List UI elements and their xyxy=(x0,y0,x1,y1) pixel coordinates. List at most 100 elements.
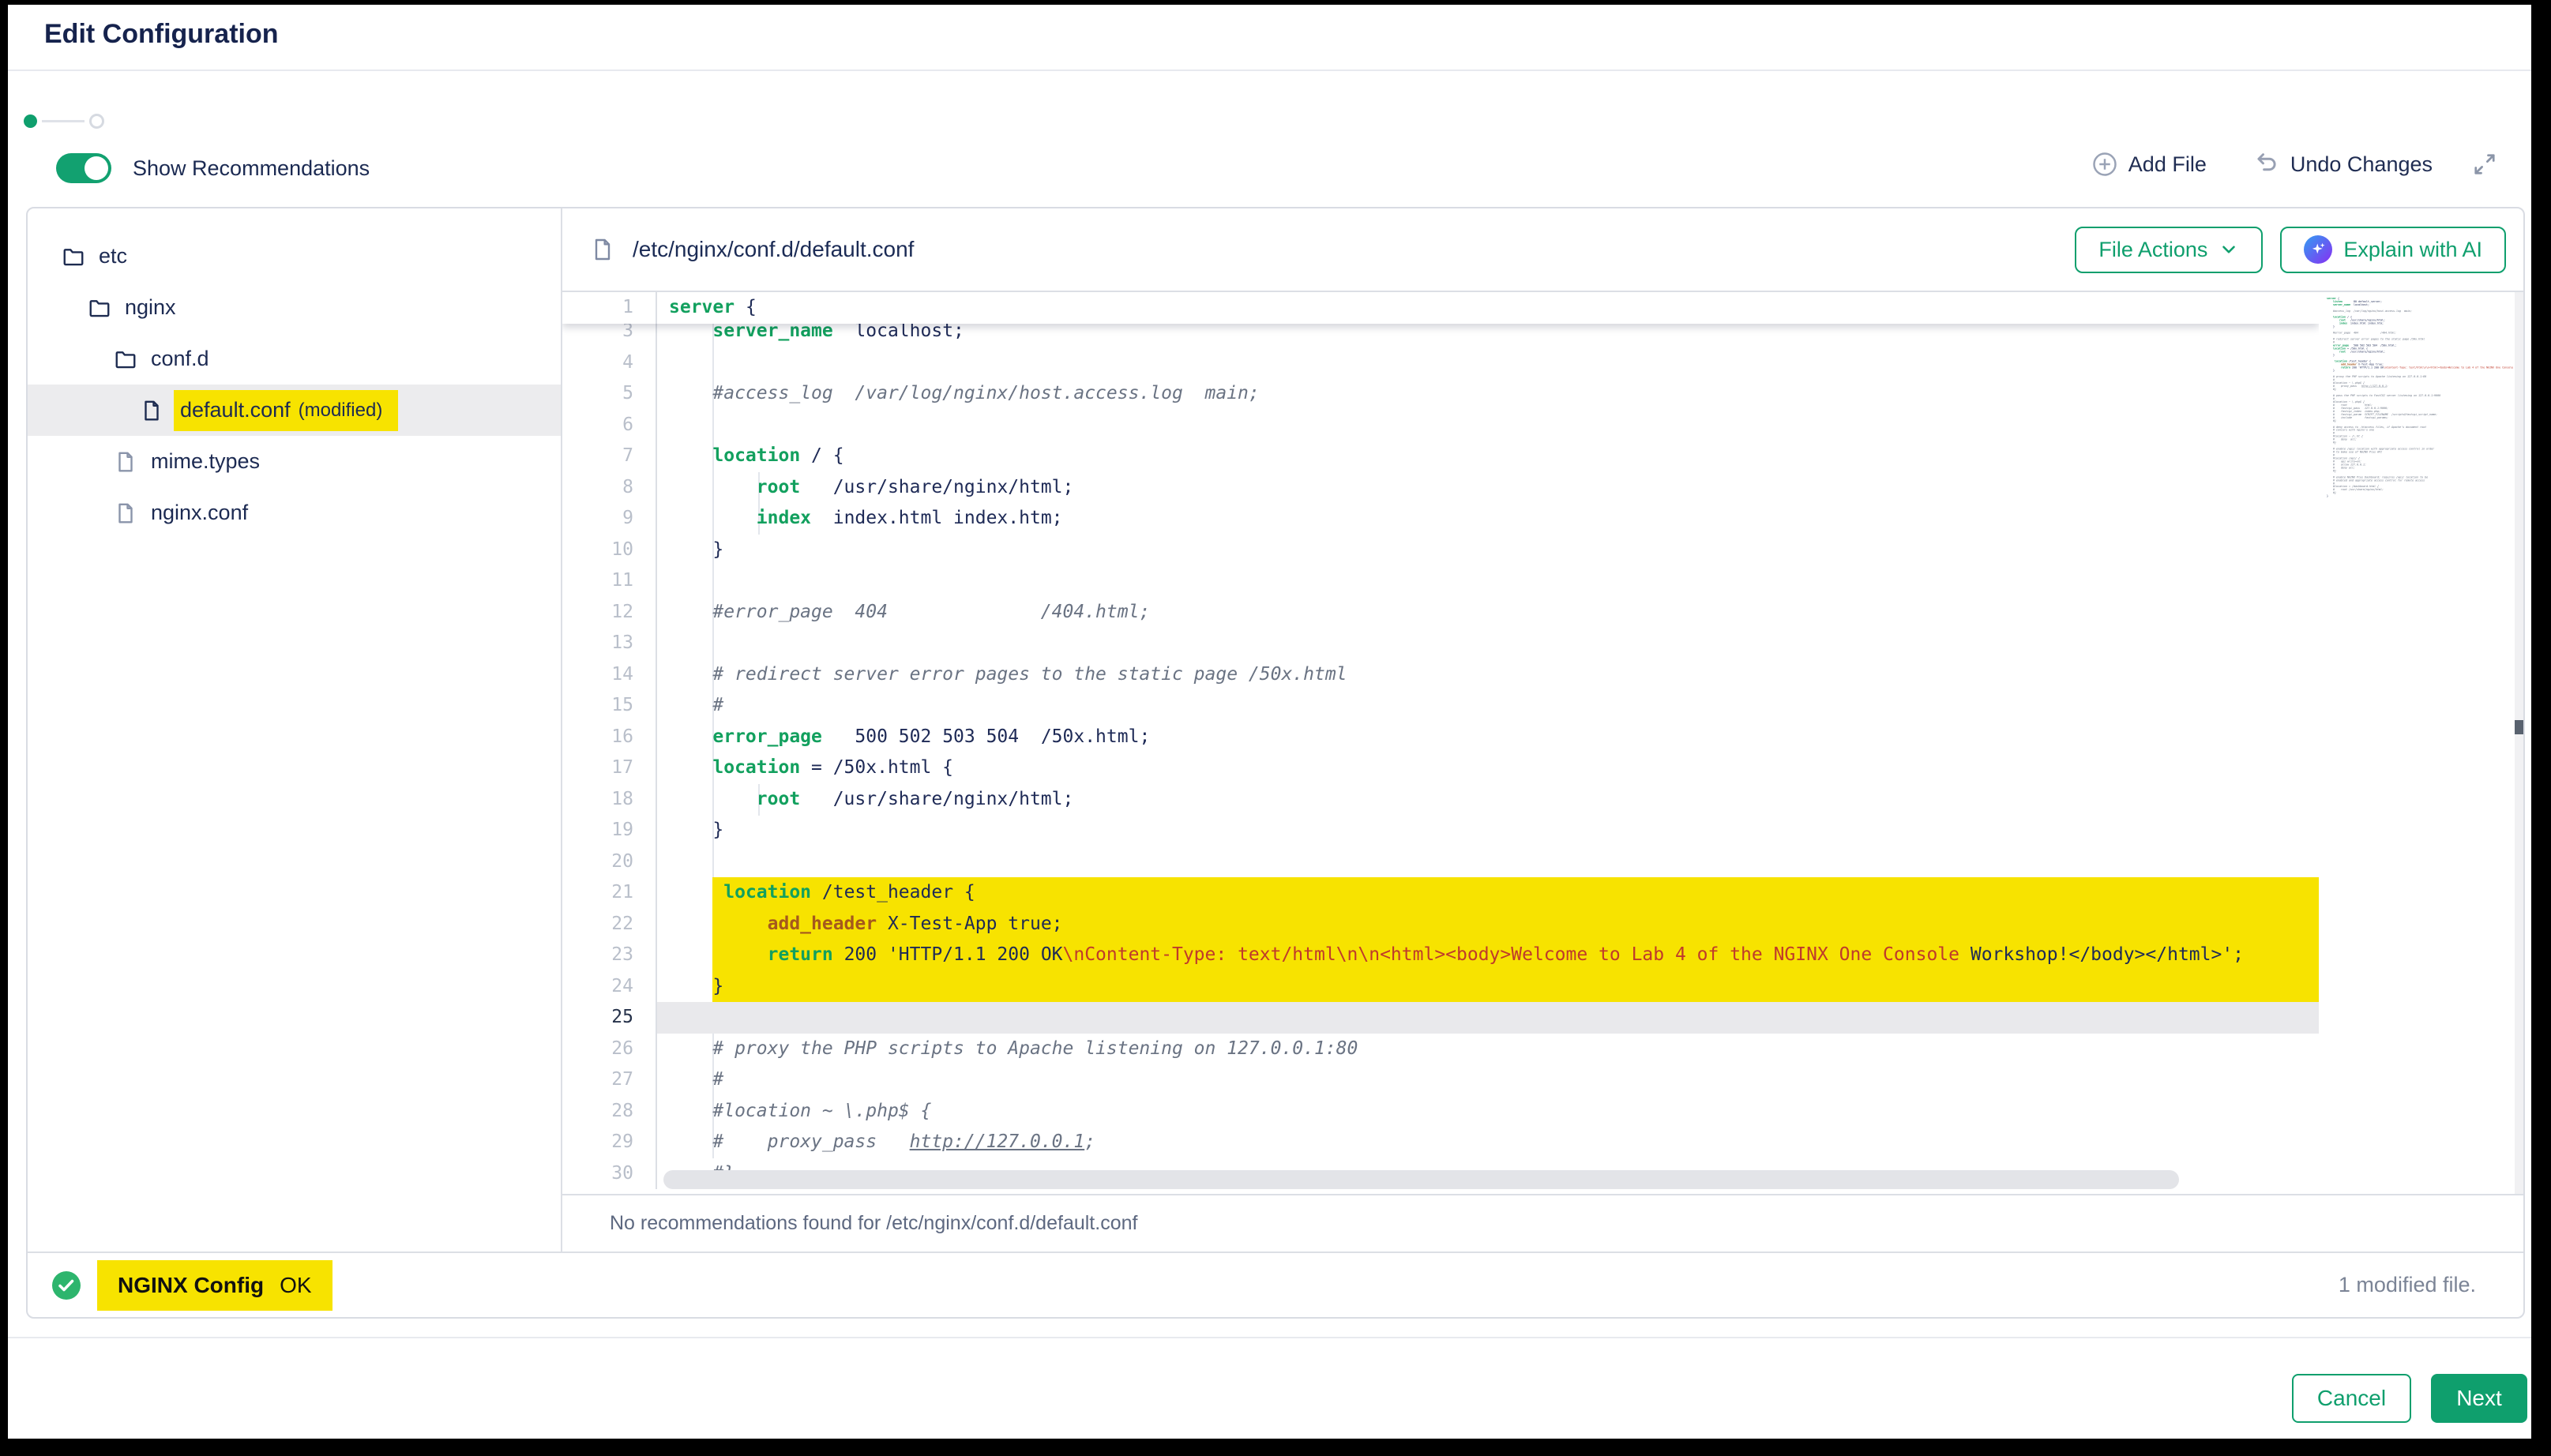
line-number: 9 xyxy=(562,503,657,535)
code-line[interactable]: 24 } xyxy=(562,971,2319,1003)
minimap-lines: server { listen 80 default_server; serve… xyxy=(2327,297,2515,497)
code-line[interactable]: 11 xyxy=(562,565,2319,597)
editor-header: /etc/nginx/conf.d/default.conf File Acti… xyxy=(562,208,2523,292)
line-number: 12 xyxy=(562,597,657,629)
code-line[interactable]: 10 } xyxy=(562,535,2319,566)
code-editor: 3 server_name localhost;45 #access_log /… xyxy=(562,292,2523,1194)
file-tree: etc nginx conf.d default.conf (modified) mime… xyxy=(28,208,562,1251)
code-line[interactable]: 6 xyxy=(562,410,2319,441)
top-actions: Add File Undo Changes xyxy=(2091,150,2499,178)
code-line[interactable]: 20 xyxy=(562,846,2319,878)
code-line[interactable]: 29 # proxy_pass http://127.0.0.1; xyxy=(562,1127,2319,1158)
wizard-stepper xyxy=(24,114,104,129)
vertical-scrollbar-thumb[interactable] xyxy=(2515,720,2525,734)
code-line[interactable]: 17 location = /50x.html { xyxy=(562,752,2319,784)
line-number: 4 xyxy=(562,347,657,379)
tree-item-label: nginx xyxy=(125,295,176,320)
line-number: 30 xyxy=(562,1158,657,1190)
recommendations-bar: No recommendations found for /etc/nginx/… xyxy=(562,1194,2523,1251)
line-number: 21 xyxy=(562,877,657,909)
code-line[interactable]: 9 index index.html index.htm; xyxy=(562,503,2319,535)
line-number: 22 xyxy=(562,909,657,940)
step-connector xyxy=(42,120,85,122)
code-line[interactable]: 19 } xyxy=(562,815,2319,846)
nginx-config-value: OK xyxy=(280,1273,311,1298)
code-line[interactable]: 16 error_page 500 502 503 504 /50x.html; xyxy=(562,722,2319,753)
sidebar-item-nginx[interactable]: nginx xyxy=(28,282,561,333)
cancel-button[interactable]: Cancel xyxy=(2292,1374,2411,1423)
modified-files-count: 1 modified file. xyxy=(2339,1273,2476,1297)
line-number: 17 xyxy=(562,752,657,784)
edit-configuration-dialog: Edit Configuration Show Recommendations … xyxy=(8,5,2531,1439)
undo-changes-button[interactable]: Undo Changes xyxy=(2252,150,2433,178)
line-number: 29 xyxy=(562,1127,657,1158)
code-lines: 3 server_name localhost;45 #access_log /… xyxy=(562,316,2319,1189)
toggle-knob xyxy=(85,156,108,180)
modified-file-highlight: default.conf (modified) xyxy=(174,390,398,431)
code-line[interactable]: 14 # redirect server error pages to the … xyxy=(562,659,2319,691)
undo-changes-label: Undo Changes xyxy=(2290,152,2433,177)
code-line[interactable]: 4 xyxy=(562,347,2319,379)
explain-with-ai-button[interactable]: Explain with AI xyxy=(2280,227,2506,273)
show-recommendations-label: Show Recommendations xyxy=(133,156,370,181)
sidebar-item-nginx-conf[interactable]: nginx.conf xyxy=(28,487,561,538)
line-number: 14 xyxy=(562,659,657,691)
next-button[interactable]: Next xyxy=(2431,1374,2527,1423)
status-bar: NGINX Config OK 1 modified file. xyxy=(28,1251,2523,1317)
vertical-scrollbar[interactable] xyxy=(2515,292,2525,1194)
tree-item-label: default.conf xyxy=(180,398,291,422)
file-actions-label: File Actions xyxy=(2098,238,2207,262)
undo-icon xyxy=(2252,150,2281,178)
tree-item-label: etc xyxy=(99,244,127,268)
code-line[interactable]: 12 #error_page 404 /404.html; xyxy=(562,597,2319,629)
code-line[interactable]: 8 root /usr/share/nginx/html; xyxy=(562,472,2319,504)
footer-divider xyxy=(8,1337,2531,1338)
show-recommendations-row: Show Recommendations xyxy=(56,153,370,183)
code-line[interactable]: 28 #location ~ \.php$ { xyxy=(562,1096,2319,1128)
code-pane[interactable]: 3 server_name localhost;45 #access_log /… xyxy=(562,292,2319,1194)
line-number: 10 xyxy=(562,535,657,566)
sidebar-item-default-conf[interactable]: default.conf (modified) xyxy=(28,385,561,436)
code-line[interactable]: 22 add_header X-Test-App true; xyxy=(562,909,2319,940)
code-line[interactable]: 23 return 200 'HTTP/1.1 200 OK\nContent-… xyxy=(562,940,2319,971)
line-number: 20 xyxy=(562,846,657,878)
step-2-dot[interactable] xyxy=(89,114,104,129)
minimap[interactable]: server { listen 80 default_server; serve… xyxy=(2319,292,2515,1194)
code-line[interactable]: 21 location /test_header { xyxy=(562,877,2319,909)
sidebar-item-etc[interactable]: etc xyxy=(28,231,561,282)
plus-circle-icon xyxy=(2091,150,2119,178)
code-line[interactable]: 5 #access_log /var/log/nginx/host.access… xyxy=(562,378,2319,410)
show-recommendations-toggle[interactable] xyxy=(56,153,111,183)
line-number: 19 xyxy=(562,815,657,846)
line-number: 26 xyxy=(562,1034,657,1065)
line-number: 28 xyxy=(562,1096,657,1128)
line-number: 25 xyxy=(562,1002,657,1034)
code-line[interactable]: 26 # proxy the PHP scripts to Apache lis… xyxy=(562,1034,2319,1065)
line-number: 18 xyxy=(562,784,657,816)
explain-with-ai-label: Explain with AI xyxy=(2343,238,2482,262)
code-line[interactable]: 18 root /usr/share/nginx/html; xyxy=(562,784,2319,816)
line-number: 11 xyxy=(562,565,657,597)
line-number: 27 xyxy=(562,1064,657,1096)
sidebar-item-conf-d[interactable]: conf.d xyxy=(28,333,561,385)
expand-icon xyxy=(2470,150,2499,178)
line-number: 5 xyxy=(562,378,657,410)
horizontal-scrollbar[interactable] xyxy=(663,1170,2179,1189)
code-line[interactable]: 13 xyxy=(562,628,2319,659)
tree-item-label: nginx.conf xyxy=(151,501,248,525)
add-file-button[interactable]: Add File xyxy=(2091,150,2207,178)
tree-item-modified-suffix: (modified) xyxy=(299,400,383,422)
line-number: 8 xyxy=(562,472,657,504)
folder-icon xyxy=(88,296,111,320)
expand-fullscreen-button[interactable] xyxy=(2470,150,2499,178)
code-line[interactable]: 27 # xyxy=(562,1064,2319,1096)
code-line[interactable]: 1server { xyxy=(562,292,2319,324)
sticky-code-line[interactable]: 1server { xyxy=(562,292,2319,324)
sidebar-item-mime-types[interactable]: mime.types xyxy=(28,436,561,487)
title-divider xyxy=(8,69,2531,71)
code-line[interactable]: 15 # xyxy=(562,690,2319,722)
code-line[interactable]: 7 location / { xyxy=(562,441,2319,472)
step-1-dot-active[interactable] xyxy=(24,114,37,128)
code-line[interactable]: 25 xyxy=(562,1002,2319,1034)
file-actions-button[interactable]: File Actions xyxy=(2075,227,2263,273)
